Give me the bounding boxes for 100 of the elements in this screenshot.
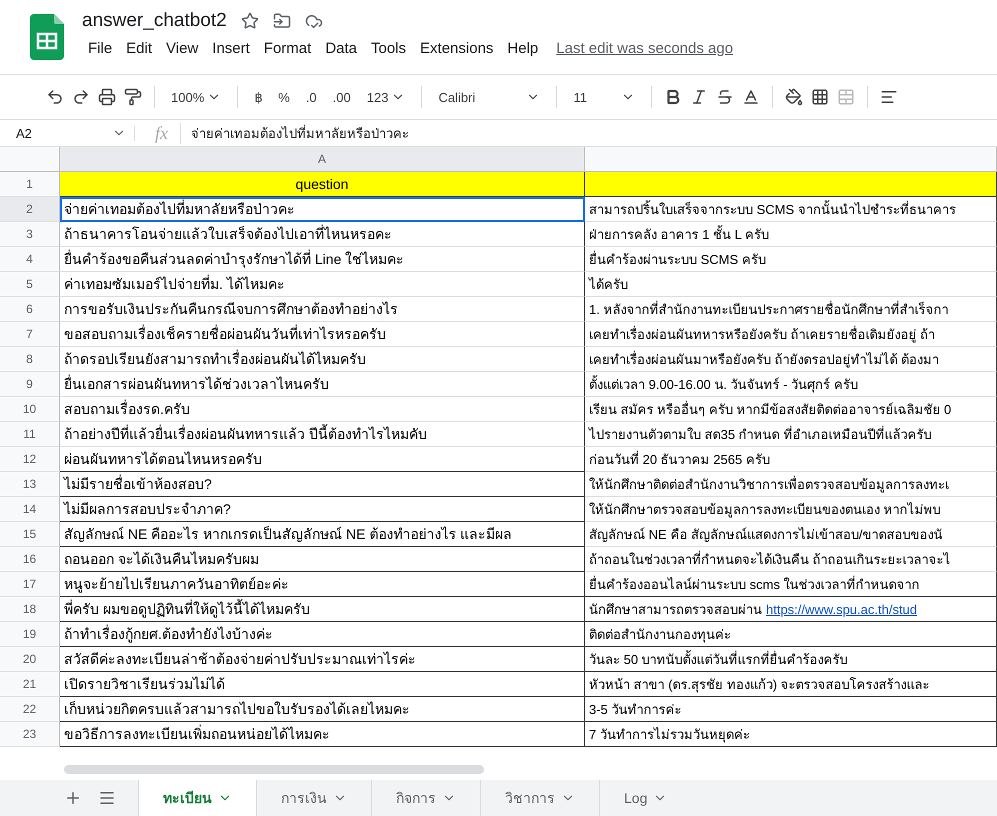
table-cell[interactable]: ถอนออก จะได้เงินคืนไหมครับผม: [60, 547, 585, 572]
cloud-status-icon[interactable]: [304, 12, 323, 30]
table-cell[interactable]: ถ้าธนาคารโอนจ่ายแล้วใบเสร็จต้องไปเอาที่ไหนหรอคะ: [60, 222, 585, 247]
table-cell[interactable]: ยื่นคำร้องขอคืนส่วนลดค่าบำรุงรักษาได้ที่ Line ใช่ไหมคะ: [60, 247, 585, 272]
table-cell[interactable]: สอบถามเรื่องรด.ครับ: [60, 397, 585, 422]
formula-value[interactable]: จ่ายค่าเทอมต้องไปที่มหาลัยหรือป่าวคะ: [181, 122, 409, 144]
table-cell[interactable]: สวัสดีค่ะลงทะเบียนล่าช้าต้องจ่ายค่าปรับประมาณเท่าไรค่ะ: [60, 647, 585, 672]
table-cell[interactable]: นักศึกษาสามารถตรวจสอบผ่าน https://www.spu.ac.th/stud: [585, 597, 997, 622]
paint-format-icon[interactable]: [124, 88, 142, 106]
table-cell[interactable]: ฝ่ายการคลัง อาคาร 1 ชั้น L ครับ: [585, 222, 997, 247]
star-icon[interactable]: [240, 12, 259, 30]
row-number: 16: [0, 547, 60, 572]
merge-cells-icon[interactable]: [837, 88, 856, 106]
row-number: 12: [0, 447, 60, 472]
row-number: 6: [0, 297, 60, 322]
table-cell[interactable]: พี่ครับ ผมขอดูปฏิทินที่ให้ดูไว้นี้ได้ไหมครับ: [60, 597, 585, 622]
undo-icon[interactable]: [46, 88, 64, 106]
font-size-dropdown[interactable]: 11: [569, 88, 640, 106]
table-cell[interactable]: หนูจะย้ายไปเรียนภาควันอาทิตย์อะค่ะ: [60, 572, 585, 597]
table-cell[interactable]: ผ่อนผันทหารได้ตอนไหนหรอครับ: [60, 447, 585, 472]
table-cell[interactable]: เคยทำเรื่องผ่อนผันทหารหรือยังครับ ถ้าเคยรายชื่อเดิมยังอยู่ ถ้า: [585, 322, 997, 347]
sheets-logo-icon: [30, 14, 64, 60]
scrollbar[interactable]: [64, 764, 484, 774]
menu-item[interactable]: Extensions: [414, 38, 500, 59]
sheet-tab[interactable]: การเงิน: [256, 780, 371, 816]
table-cell[interactable]: เรียน สมัคร หรืออื่นๆ ครับ หากมีข้อสงสัยติดต่ออาจารย์เฉลิมชัย 0: [585, 397, 997, 422]
sheet-tab[interactable]: วิชาการ: [480, 780, 599, 816]
link[interactable]: https://www.spu.ac.th/stud: [766, 602, 918, 616]
table-cell[interactable]: 1. หลังจากที่สำนักงานทะเบียนประกาศรายชื่อนักศึกษาที่สำเร็จกา: [585, 297, 997, 322]
column-header[interactable]: A: [60, 147, 585, 172]
number-format-dropdown[interactable]: 123: [362, 88, 410, 106]
table-cell[interactable]: เคยทำเรื่องผ่อนผันมาหรือยังครับ ถ้ายังดรอปอยู่ทำไม่ได้ ต้องมา: [585, 347, 997, 372]
zoom-dropdown[interactable]: 100%: [167, 88, 226, 106]
table-cell[interactable]: ขอสอบถามเรื่องเช็ครายชื่อผ่อนผันวันที่เท่าไรหรอครับ: [60, 322, 585, 347]
cell-reference[interactable]: A2: [16, 126, 32, 140]
redo-icon[interactable]: [72, 88, 90, 106]
decrease-decimal-button[interactable]: .0: [302, 88, 321, 106]
menu-item[interactable]: Edit: [120, 38, 158, 59]
document-title[interactable]: answer_chatbot2: [82, 10, 227, 32]
table-cell[interactable]: ถ้าทำเรื่องกู้กยศ.ต้องทำยังไงบ้างค่ะ: [60, 622, 585, 647]
row-number: 5: [0, 272, 60, 297]
font-dropdown[interactable]: Calibri: [434, 88, 544, 106]
table-cell[interactable]: ถ้าถอนในช่วงเวลาที่กำหนดจะได้เงินคืน ถ้าถอนเกินระยะเวลาจะไ: [585, 547, 997, 572]
sheet-tab[interactable]: ทะเบียน: [138, 780, 256, 816]
table-cell[interactable]: วันละ 50 บาทนับตั้งแต่วันที่แรกที่ยื่นคำร้องครับ: [585, 647, 997, 672]
plus-icon[interactable]: [64, 789, 82, 807]
table-cell[interactable]: ขอวิธีการลงทะเบียนเพิ่มถอนหน่อยได้ไหมคะ: [60, 722, 585, 747]
menu-item[interactable]: File: [82, 38, 118, 59]
row-number: 18: [0, 597, 60, 622]
row-number: 21: [0, 672, 60, 697]
table-cell[interactable]: ให้นักศึกษาติดต่อสำนักงานวิชาการเพื่อตรวจสอบข้อมูลการลงทะเ: [585, 472, 997, 497]
table-cell[interactable]: ไปรายงานตัวตามใบ สด35 กำหนด ที่อำเภอเหมือนปีที่แล้วครับ: [585, 422, 997, 447]
table-cell[interactable]: สัญลักษณ์ NE คือ สัญลักษณ์แสดงการไม่เข้าสอบ/ขาดสอบของนั: [585, 522, 997, 547]
table-cell[interactable]: ค่าเทอมซัมเมอร์ไปจ่ายที่ม. ได้ไหมคะ: [60, 272, 585, 297]
table-cell[interactable]: ถ้าดรอปเรียนยังสามารถทำเรื่องผ่อนผันได้ไหมครับ: [60, 347, 585, 372]
borders-icon[interactable]: [811, 88, 830, 106]
table-cell[interactable]: 3-5 วันทำการค่ะ: [585, 697, 997, 722]
row-number: 9: [0, 372, 60, 397]
table-cell[interactable]: ยื่นคำร้องออนไลน์ผ่านระบบ scms ในช่วงเวลาที่กำหนดจาก: [585, 572, 997, 597]
row-number: 22: [0, 697, 60, 722]
table-cell[interactable]: ยื่นเอกสารผ่อนผันทหารได้ช่วงเวลาไหนครับ: [60, 372, 585, 397]
sheet-tab[interactable]: Log: [599, 780, 692, 816]
print-icon[interactable]: [98, 88, 116, 106]
table-cell[interactable]: การขอรับเงินประกันคืนกรณีจบการศึกษาต้องทำอย่างไร: [60, 297, 585, 322]
table-cell[interactable]: ถ้าอย่างปีที่แล้วยื่นเรื่องผ่อนผันทหารแล้ว ปีนี้ต้องทำไรไหมคับ: [60, 422, 585, 447]
align-icon[interactable]: [880, 88, 898, 106]
menu-item[interactable]: Help: [501, 38, 544, 59]
strikethrough-icon[interactable]: [716, 88, 734, 106]
sheet-tab[interactable]: กิจการ: [371, 780, 480, 816]
increase-decimal-button[interactable]: .00: [328, 88, 355, 106]
move-folder-icon[interactable]: [272, 12, 291, 30]
percent-button[interactable]: %: [274, 88, 294, 106]
menu-item[interactable]: Data: [319, 38, 363, 59]
currency-button[interactable]: ฿: [250, 88, 266, 106]
table-cell[interactable]: จ่ายค่าเทอมต้องไปที่มหาลัยหรือป่าวคะ: [60, 197, 585, 222]
table-cell[interactable]: ยื่นคำร้องผ่านระบบ SCMS ครับ: [585, 247, 997, 272]
menu-item[interactable]: Tools: [365, 38, 412, 59]
table-cell[interactable]: ได้ครับ: [585, 272, 997, 297]
row-number: 3: [0, 222, 60, 247]
last-edit-link[interactable]: Last edit was seconds ago: [556, 40, 734, 57]
text-color-icon[interactable]: [742, 88, 760, 106]
fx-label: fx: [135, 122, 181, 144]
table-cell[interactable]: ติดต่อสำนักงานกองทุนค่ะ: [585, 622, 997, 647]
table-cell[interactable]: เก็บหน่วยกิตครบแล้วสามารถไปขอใบรับรองได้เลยไหมคะ: [60, 697, 585, 722]
table-cell[interactable]: ไม่มีรายชื่อเข้าห้องสอบ?: [60, 472, 585, 497]
table-cell[interactable]: 7 วันทำการไม่รวมวันหยุดค่ะ: [585, 722, 997, 747]
table-cell[interactable]: หัวหน้า สาขา (ดร.สุรชัย ทองแก้ว) จะตรวจสอบโครงสร้างและ: [585, 672, 997, 697]
menu-item[interactable]: Insert: [206, 38, 256, 59]
table-cell[interactable]: ไม่มีผลการสอบประจำภาค?: [60, 497, 585, 522]
table-cell[interactable]: ก่อนวันที่ 20 ธันวาคม 2565 ครับ: [585, 447, 997, 472]
fill-color-icon[interactable]: [785, 88, 804, 106]
table-cell[interactable]: เปิดรายวิชาเรียนร่วมไม่ได้: [60, 672, 585, 697]
menu-icon[interactable]: [98, 789, 116, 807]
table-cell[interactable]: สัญลักษณ์ NE คืออะไร หากเกรดเป็นสัญลักษณ์ NE ต้องทำอย่างไร และมีผล: [60, 522, 585, 547]
menu-item[interactable]: Format: [258, 38, 318, 59]
table-cell[interactable]: สามารถปริ้นใบเสร็จจากระบบ SCMS จากนั้นนำไปชำระที่ธนาคาร: [585, 197, 997, 222]
table-cell[interactable]: ตั้งแต่เวลา 9.00-16.00 น. วันจันทร์ - วันศุกร์ ครับ: [585, 372, 997, 397]
row-number: 1: [0, 172, 60, 197]
menu-item[interactable]: View: [160, 38, 204, 59]
table-cell[interactable]: ให้นักศึกษาตรวจสอบข้อมูลการลงทะเบียนของตนเอง หากไม่พบ: [585, 497, 997, 522]
